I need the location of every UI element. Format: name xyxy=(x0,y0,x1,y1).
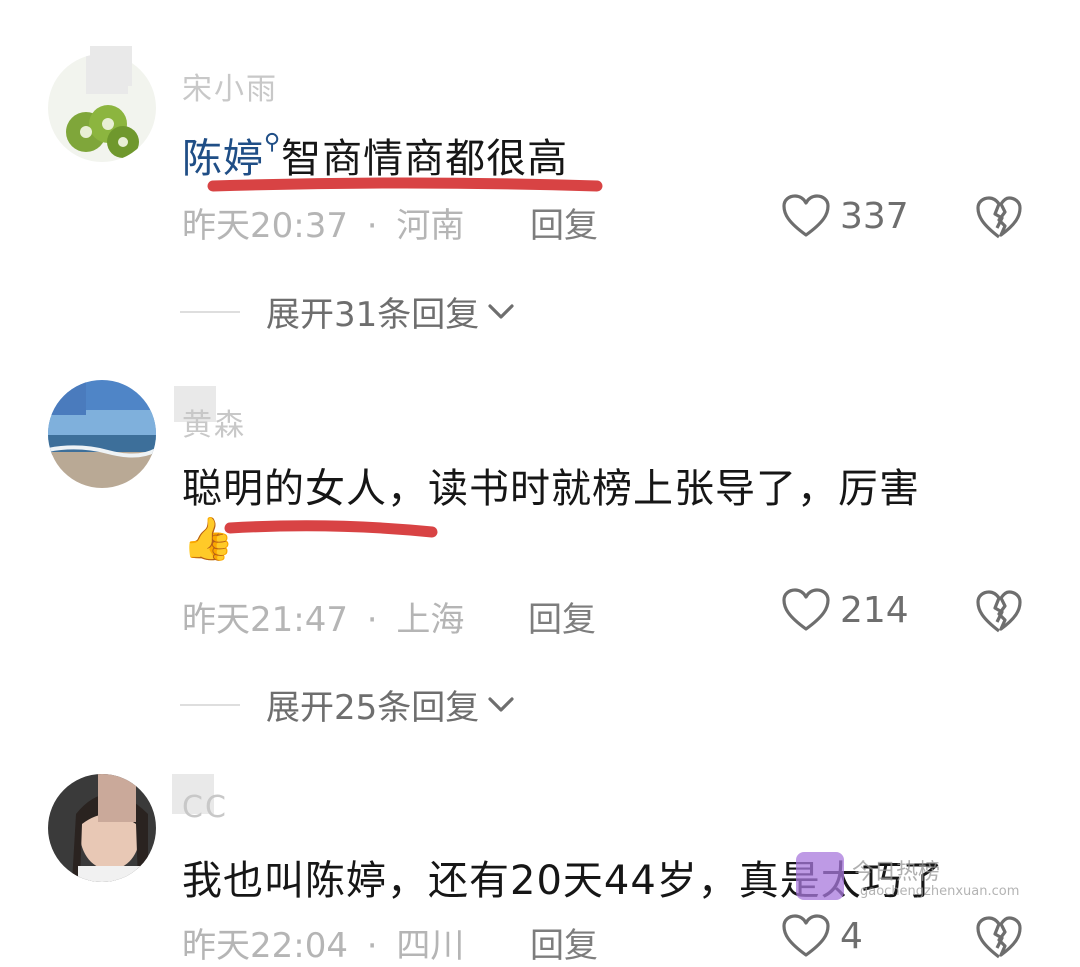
like-button[interactable]: 4 xyxy=(782,914,863,958)
reply-button[interactable]: 回复 xyxy=(530,918,598,967)
heart-icon xyxy=(782,194,830,237)
heart-icon xyxy=(782,588,830,631)
broken-heart-icon xyxy=(976,590,1022,633)
watermark-logo xyxy=(796,852,844,900)
divider xyxy=(180,310,240,313)
like-count: 337 xyxy=(840,195,909,237)
username[interactable]: 黄森 xyxy=(182,400,246,444)
separator: · xyxy=(366,206,378,246)
comment-text: 聪明的女人，读书时就榜上张导了，厉害 xyxy=(182,456,920,514)
reply-button[interactable]: 回复 xyxy=(530,198,598,247)
username-mosaic xyxy=(90,46,132,86)
heart-icon xyxy=(782,914,830,957)
dislike-button[interactable] xyxy=(976,916,1022,964)
chevron-down-icon xyxy=(488,696,514,712)
like-count: 4 xyxy=(840,915,863,957)
location: 上海 xyxy=(396,600,465,640)
chevron-down-icon xyxy=(488,303,514,319)
location: 河南 xyxy=(396,206,465,246)
expand-label: 展开31条回复 xyxy=(266,295,480,335)
location: 四川 xyxy=(396,926,465,966)
username[interactable]: 宋小雨 xyxy=(182,64,278,108)
search-icon[interactable]: ⚲ xyxy=(264,130,281,155)
comment-meta: 昨天20:37 · 河南 xyxy=(182,198,464,247)
watermark: 今日热榜 gaochengzhenxuan.com xyxy=(796,852,1026,907)
comment-content: 聪明的女人，读书时就榜上张导了，厉害 xyxy=(182,466,920,512)
timestamp: 昨天20:37 xyxy=(182,206,348,246)
timestamp: 昨天22:04 xyxy=(182,926,348,966)
avatar[interactable] xyxy=(48,380,156,488)
reply-button[interactable]: 回复 xyxy=(528,592,596,641)
expand-replies[interactable]: 展开25条回复 xyxy=(180,680,515,729)
broken-heart-icon xyxy=(976,196,1022,239)
separator: · xyxy=(366,600,378,640)
dislike-button[interactable] xyxy=(976,590,1022,638)
comment-meta: 昨天21:47 · 上海 xyxy=(182,592,464,641)
like-button[interactable]: 337 xyxy=(782,194,909,238)
like-button[interactable]: 214 xyxy=(782,588,909,632)
highlight-underline xyxy=(224,520,438,538)
username[interactable]: CC xyxy=(182,790,228,825)
dislike-button[interactable] xyxy=(976,196,1022,244)
broken-heart-icon xyxy=(976,916,1022,959)
like-count: 214 xyxy=(840,589,909,631)
watermark-title: 今日热榜 xyxy=(852,860,941,885)
expand-label: 展开25条回复 xyxy=(266,688,480,728)
avatar[interactable] xyxy=(48,774,156,882)
expand-replies[interactable]: 展开31条回复 xyxy=(180,287,515,336)
timestamp: 昨天21:47 xyxy=(182,600,348,640)
divider xyxy=(180,703,240,706)
separator: · xyxy=(366,926,378,966)
highlight-underline xyxy=(207,177,603,192)
watermark-url: gaochengzhenxuan.com xyxy=(860,884,1020,899)
comment-meta: 昨天22:04 · 四川 xyxy=(182,918,464,967)
